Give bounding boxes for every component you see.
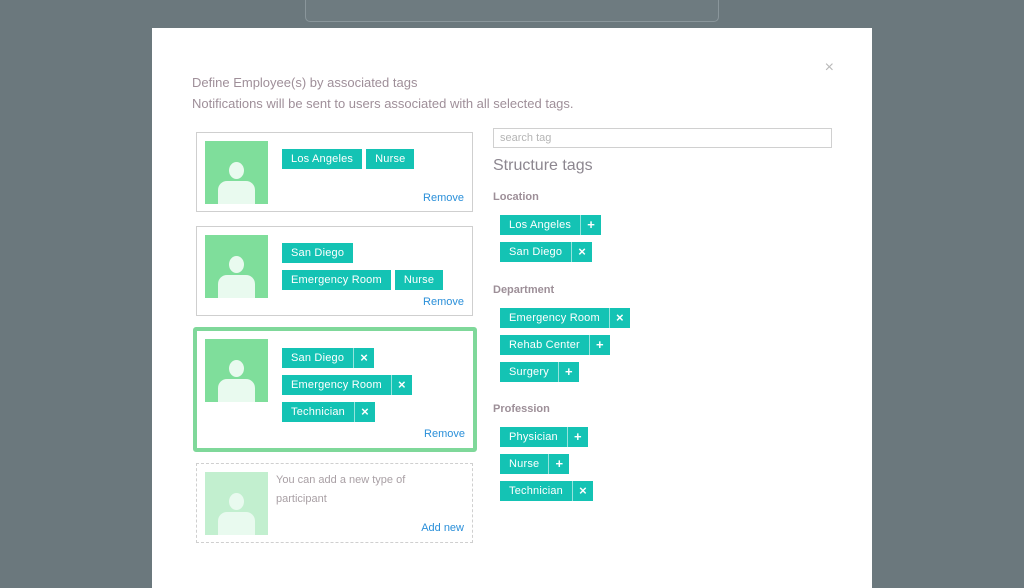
tag-nurse: Nurse + — [500, 454, 570, 474]
participant-tag: San Diego × — [282, 348, 375, 368]
participant-card: San Diego Emergency Room Nurse Remove — [196, 226, 473, 316]
section-location: Location — [493, 191, 539, 203]
modal-subtitle: Notifications will be sent to users asso… — [192, 96, 574, 111]
add-new-link[interactable]: Add new — [421, 522, 464, 534]
remove-tag-icon[interactable]: × — [571, 481, 593, 501]
tag-physician: Physician + — [500, 427, 588, 447]
participant-tag: San Diego — [282, 243, 354, 263]
remove-tag-icon[interactable]: × — [390, 375, 412, 395]
remove-tag-icon[interactable]: × — [571, 242, 592, 262]
add-tag-icon[interactable]: + — [557, 362, 579, 382]
participant-tag: Nurse — [394, 270, 444, 290]
tag-technician: Technician × — [500, 481, 593, 501]
background-panel — [305, 0, 719, 22]
participant-tag: Los Angeles — [282, 149, 363, 169]
remove-link[interactable]: Remove — [423, 296, 464, 308]
remove-tag-icon[interactable]: × — [608, 308, 630, 328]
tag-los-angeles: Los Angeles + — [500, 215, 602, 235]
section-profession: Profession — [493, 403, 550, 415]
search-tag-input[interactable] — [493, 128, 832, 148]
remove-link[interactable]: Remove — [423, 192, 464, 204]
avatar-placeholder — [205, 472, 268, 535]
section-department: Department — [493, 284, 555, 296]
define-employees-modal: × Define Employee(s) by associated tags … — [152, 28, 872, 588]
tag-rehab-center: Rehab Center + — [500, 335, 610, 355]
participant-tag: Emergency Room — [282, 270, 391, 290]
add-tag-icon[interactable]: + — [580, 215, 601, 235]
add-new-hint: You can add a new type of participant — [276, 474, 406, 505]
tag-surgery: Surgery + — [500, 362, 579, 382]
remove-link[interactable]: Remove — [424, 428, 465, 440]
avatar — [205, 235, 268, 298]
add-tag-icon[interactable]: + — [588, 335, 610, 355]
avatar — [205, 141, 268, 204]
participant-tag: Nurse — [366, 149, 415, 169]
participant-card: Los Angeles Nurse Remove — [196, 132, 473, 212]
participant-card-selected[interactable]: San Diego × Emergency Room × Technician … — [193, 327, 477, 452]
participant-tag: Technician × — [282, 402, 375, 422]
tag-emergency-room: Emergency Room × — [500, 308, 630, 328]
modal-title: Define Employee(s) by associated tags — [192, 75, 418, 90]
add-tag-icon[interactable]: + — [566, 427, 588, 447]
avatar — [205, 339, 268, 402]
add-tag-icon[interactable]: + — [548, 454, 569, 474]
add-participant-card: You can add a new type of participant Ad… — [196, 463, 473, 543]
structure-tags-title: Structure tags — [493, 157, 593, 174]
remove-tag-icon[interactable]: × — [353, 402, 375, 422]
participant-tag: Emergency Room × — [282, 375, 412, 395]
tag-san-diego: San Diego × — [500, 242, 593, 262]
close-icon[interactable]: × — [825, 60, 834, 76]
remove-tag-icon[interactable]: × — [353, 348, 374, 368]
